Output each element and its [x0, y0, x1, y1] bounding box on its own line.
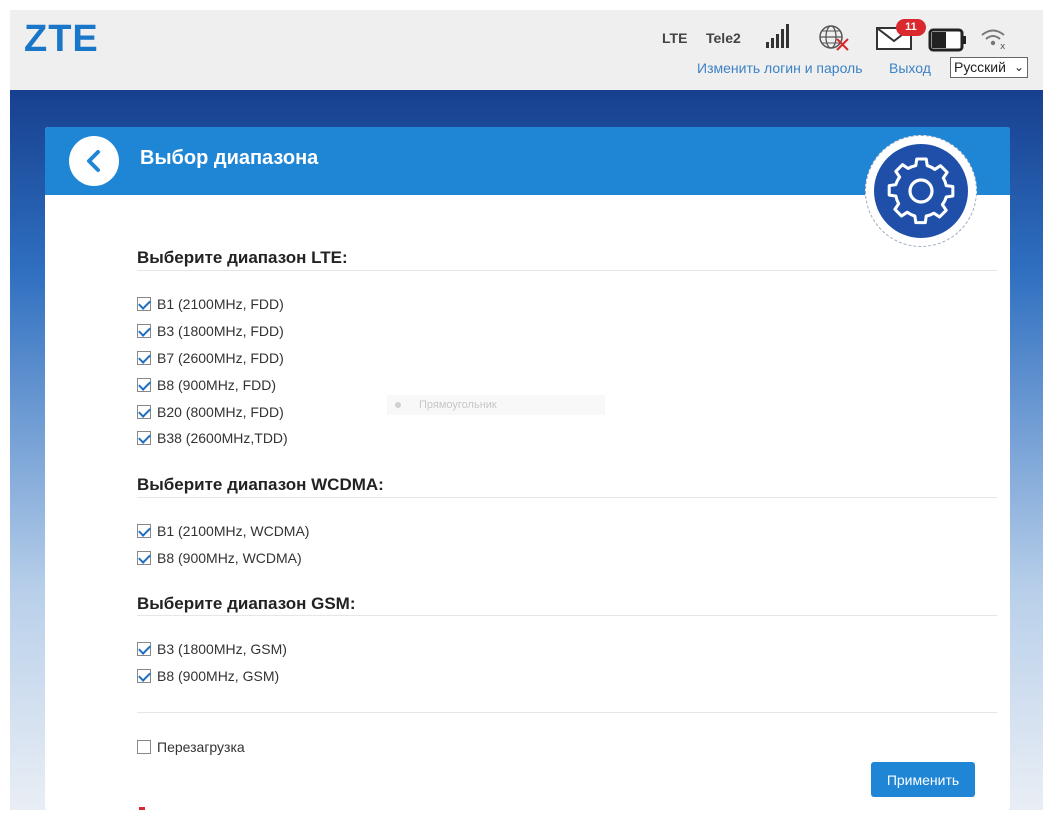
checkbox-label: B3 (1800MHz, FDD): [157, 323, 284, 339]
checkbox-box[interactable]: [137, 431, 151, 445]
language-selected-value: Русский: [954, 59, 1006, 75]
checkbox-box[interactable]: [137, 405, 151, 419]
gear-badge: [865, 135, 977, 247]
checkbox-wcdma-b1[interactable]: B1 (2100MHz, WCDMA): [137, 522, 309, 540]
change-login-link[interactable]: Изменить логин и пароль: [697, 60, 863, 76]
globe-disconnected-icon: [819, 25, 849, 51]
back-arrow-icon: [87, 150, 100, 172]
checkbox-box[interactable]: [137, 669, 151, 683]
checkbox-box[interactable]: [137, 378, 151, 392]
checkbox-lte-b1[interactable]: B1 (2100MHz, FDD): [137, 295, 284, 313]
checkbox-lte-b8[interactable]: B8 (900MHz, FDD): [137, 376, 276, 394]
wcdma-section-title: Выберите диапазон WCDMA:: [137, 475, 384, 494]
divider: [137, 497, 997, 498]
operator-name: Tele2: [706, 30, 741, 46]
checkbox-label: B38 (2600MHz,TDD): [157, 430, 288, 446]
zte-logo: ZTE: [24, 18, 99, 60]
required-marker: [139, 807, 145, 810]
checkbox-label: B3 (1800MHz, GSM): [157, 641, 287, 657]
ghost-tooltip: Прямоугольник: [387, 395, 605, 415]
gsm-section-title: Выберите диапазон GSM:: [137, 594, 356, 613]
checkbox-label: B1 (2100MHz, WCDMA): [157, 523, 310, 539]
logout-link[interactable]: Выход: [889, 60, 931, 76]
svg-text:x: x: [1000, 42, 1006, 50]
checkbox-label: Перезагрузка: [157, 739, 245, 755]
checkbox-box[interactable]: [137, 297, 151, 311]
checkbox-gsm-b3[interactable]: B3 (1800MHz, GSM): [137, 640, 287, 658]
checkbox-gsm-b8[interactable]: B8 (900MHz, GSM): [137, 667, 279, 685]
checkbox-wcdma-b8[interactable]: B8 (900MHz, WCDMA): [137, 549, 302, 567]
checkbox-box[interactable]: [137, 351, 151, 365]
checkbox-reboot[interactable]: Перезагрузка: [137, 738, 245, 756]
message-count-badge: 11: [896, 19, 926, 36]
network-type: LTE: [662, 30, 688, 46]
divider: [137, 615, 997, 616]
apply-button[interactable]: Применить: [871, 762, 975, 797]
divider: [137, 270, 997, 271]
checkbox-box[interactable]: [137, 642, 151, 656]
checkbox-label: B20 (800MHz, FDD): [157, 404, 284, 420]
divider: [137, 712, 997, 713]
checkbox-box[interactable]: [137, 551, 151, 565]
battery-icon: [928, 28, 966, 52]
page-title: Выбор диапазона: [140, 147, 319, 169]
band-selection-card: Выбор диапазона Выберите диапазон LTE: B…: [45, 127, 1010, 810]
checkbox-label: B8 (900MHz, GSM): [157, 668, 280, 684]
checkbox-label: B7 (2600MHz, FDD): [157, 350, 284, 366]
signal-icon: [766, 24, 789, 48]
ghost-label: Прямоугольник: [419, 399, 497, 411]
checkbox-lte-b20[interactable]: B20 (800MHz, FDD): [137, 403, 284, 421]
checkbox-lte-b7[interactable]: B7 (2600MHz, FDD): [137, 349, 284, 367]
checkbox-label: B8 (900MHz, WCDMA): [157, 550, 302, 566]
checkbox-lte-b38[interactable]: B38 (2600MHz,TDD): [137, 429, 288, 447]
top-bar: ZTE LTE Tele2 11 x Изменить логин и паро…: [10, 10, 1043, 90]
gear-icon: [887, 157, 955, 225]
checkbox-lte-b3[interactable]: B3 (1800MHz, FDD): [137, 322, 284, 340]
checkbox-box[interactable]: [137, 740, 151, 754]
language-select[interactable]: Русский ⌄: [950, 57, 1028, 78]
checkbox-label: B1 (2100MHz, FDD): [157, 296, 284, 312]
wifi-off-icon: x: [981, 29, 1006, 50]
gear-circle: [874, 144, 968, 238]
chevron-down-icon: ⌄: [1013, 60, 1024, 74]
lte-section-title: Выберите диапазон LTE:: [137, 248, 348, 267]
checkbox-box[interactable]: [137, 524, 151, 538]
back-button[interactable]: [69, 136, 119, 186]
checkbox-box[interactable]: [137, 324, 151, 338]
checkbox-label: B8 (900MHz, FDD): [157, 377, 277, 393]
ghost-dot-icon: [395, 402, 401, 409]
